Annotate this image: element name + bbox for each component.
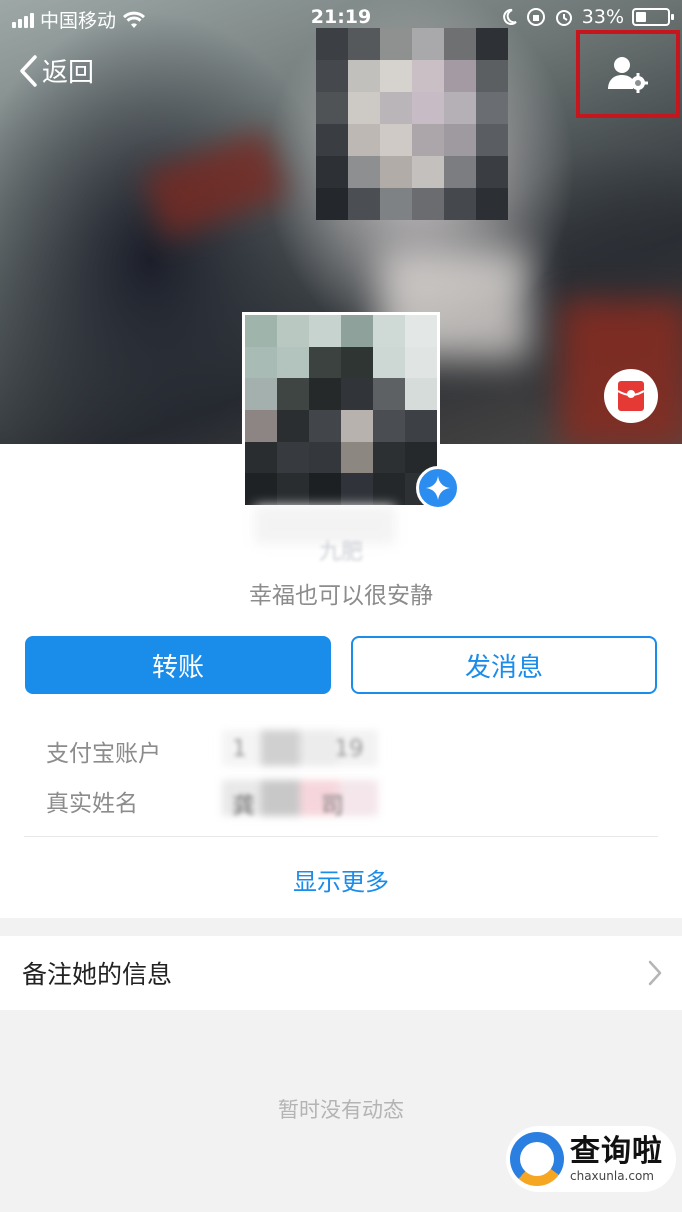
mosaic-tile xyxy=(444,92,476,124)
signature: 幸福也可以很安静 xyxy=(249,583,433,609)
mosaic-tile xyxy=(316,124,348,156)
send-message-button[interactable]: 发消息 xyxy=(351,636,657,694)
mosaic-tile xyxy=(412,60,444,92)
user-settings-icon xyxy=(608,57,648,93)
red-packet-icon xyxy=(617,381,645,411)
mosaic-tile xyxy=(373,441,405,474)
real-name-value: 龚 司 xyxy=(232,793,344,819)
mosaic-tile xyxy=(405,409,437,442)
mosaic-tile xyxy=(348,92,380,124)
mosaic-tile xyxy=(341,315,373,347)
verified-badge xyxy=(416,466,460,510)
mosaic-tile xyxy=(373,378,405,410)
mosaic-tile xyxy=(444,156,476,188)
mosaic-tile xyxy=(245,473,277,505)
divider xyxy=(24,836,658,837)
mosaic-tile xyxy=(309,315,341,347)
mosaic-tile xyxy=(245,315,277,347)
mosaic-tile xyxy=(476,188,508,220)
mosaic-tile xyxy=(380,60,412,92)
mosaic-tile xyxy=(380,188,412,220)
mosaic-tile xyxy=(373,315,405,347)
mosaic-tile xyxy=(476,124,508,156)
show-more-link[interactable]: 显示更多 xyxy=(0,862,682,897)
cover-shade xyxy=(141,129,289,241)
real-name-label: 真实姓名 xyxy=(46,791,138,817)
cover-pixelated-face xyxy=(316,28,508,220)
mosaic-tile xyxy=(348,156,380,188)
battery-percent: 33% xyxy=(581,6,624,28)
remark-info-label: 备注她的信息 xyxy=(22,960,173,989)
account-value: 1 19 xyxy=(232,736,364,762)
mosaic-tile xyxy=(412,188,444,220)
mosaic-tile xyxy=(309,346,341,379)
moon-icon xyxy=(502,8,517,25)
mosaic-tile xyxy=(277,409,309,442)
search-logo-icon xyxy=(510,1132,564,1186)
chevron-right-icon xyxy=(648,960,662,986)
remark-info-row[interactable]: 备注她的信息 xyxy=(0,936,682,1010)
mosaic-tile xyxy=(444,60,476,92)
back-label: 返回 xyxy=(42,58,95,88)
chevron-left-icon xyxy=(20,54,37,87)
mosaic-tile xyxy=(341,346,373,379)
mosaic-tile xyxy=(309,441,341,474)
rotation-lock-icon xyxy=(526,8,545,26)
mosaic-tile xyxy=(476,60,508,92)
mosaic-tile xyxy=(309,378,341,410)
mosaic-tile xyxy=(348,188,380,220)
account-label: 支付宝账户 xyxy=(46,741,161,767)
nickname: 九肥 xyxy=(318,540,363,565)
mosaic-tile xyxy=(309,473,341,505)
mosaic-tile xyxy=(444,188,476,220)
mosaic-tile xyxy=(405,378,437,410)
avatar[interactable] xyxy=(242,312,440,508)
transfer-button[interactable]: 转账 xyxy=(25,636,331,694)
mosaic-tile xyxy=(373,346,405,379)
mosaic-tile xyxy=(245,409,277,442)
mosaic-tile xyxy=(277,346,309,379)
mosaic-tile xyxy=(444,124,476,156)
mosaic-tile xyxy=(341,409,373,442)
profile-settings-button[interactable] xyxy=(576,30,680,118)
mosaic-tile xyxy=(341,473,373,505)
sparkle-icon xyxy=(426,476,450,500)
mosaic-tile xyxy=(380,156,412,188)
mosaic-tile xyxy=(277,441,309,474)
mosaic-tile xyxy=(245,346,277,379)
red-packet-button[interactable] xyxy=(604,369,658,423)
mosaic-tile xyxy=(277,315,309,347)
watermark-name: 查询啦 xyxy=(570,1134,663,1169)
mosaic-tile xyxy=(316,156,348,188)
watermark: 查询啦 chaxunla.com xyxy=(506,1126,676,1192)
back-button[interactable]: 返回 xyxy=(18,52,94,89)
mosaic-tile xyxy=(341,378,373,410)
mosaic-tile xyxy=(341,441,373,474)
mosaic-tile xyxy=(277,473,309,505)
mosaic-tile xyxy=(405,346,437,379)
mosaic-tile xyxy=(316,92,348,124)
mosaic-tile xyxy=(277,378,309,410)
mosaic-tile xyxy=(380,124,412,156)
mosaic-tile xyxy=(412,92,444,124)
mosaic-tile xyxy=(380,92,412,124)
mosaic-tile xyxy=(373,409,405,442)
mosaic-tile xyxy=(412,124,444,156)
battery-icon xyxy=(632,8,674,26)
mosaic-tile xyxy=(245,378,277,410)
watermark-domain: chaxunla.com xyxy=(570,1169,654,1183)
mosaic-tile xyxy=(316,60,348,92)
mosaic-tile xyxy=(412,156,444,188)
empty-feed-text: 暂时没有动态 xyxy=(278,1098,404,1122)
mosaic-tile xyxy=(245,441,277,474)
mosaic-tile xyxy=(476,92,508,124)
mosaic-tile xyxy=(348,60,380,92)
alarm-icon xyxy=(555,10,572,26)
mosaic-tile xyxy=(476,156,508,188)
mosaic-tile xyxy=(316,188,348,220)
mosaic-tile xyxy=(373,473,405,505)
mosaic-tile xyxy=(309,409,341,442)
mosaic-tile xyxy=(348,124,380,156)
mosaic-tile xyxy=(405,315,437,347)
